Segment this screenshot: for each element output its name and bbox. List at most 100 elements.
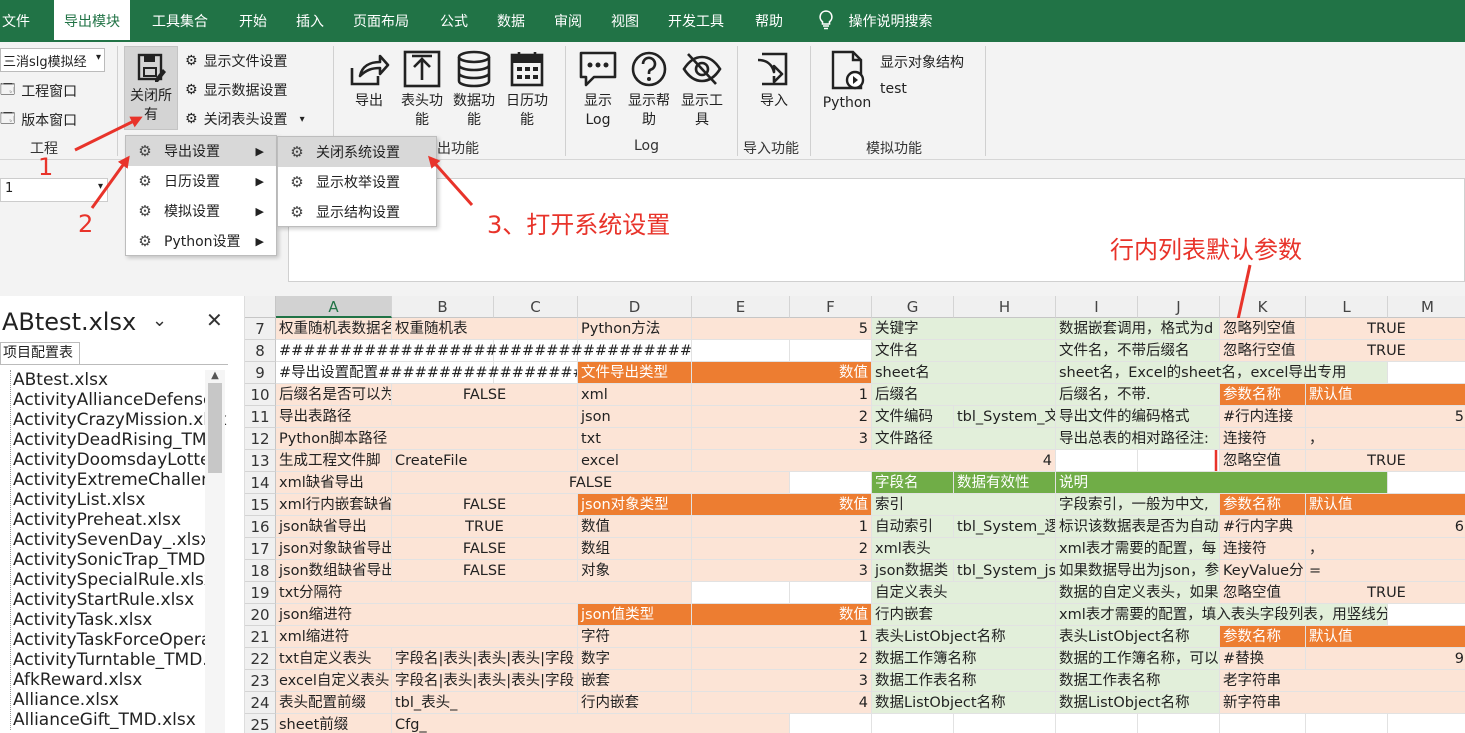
grid-cell[interactable]: xml缺省导出 [276,472,392,494]
select-all-corner[interactable] [245,296,276,318]
grid-cell[interactable]: xml表头 [872,538,1056,560]
tab-file[interactable]: 文件 [2,0,30,42]
grid-cell[interactable]: 文件路径 [872,428,1056,450]
grid-cell[interactable]: TRUE [1306,318,1465,340]
grid-cell[interactable]: 数据的自定义表头，如果 [1056,582,1220,604]
grid-cell[interactable]: Cfg_ [392,714,790,733]
grid-cell[interactable]: 行内嵌套 [872,604,1056,626]
grid-cell[interactable]: 默认值 [1306,494,1465,516]
grid-cell[interactable]: 表头配置前缀 [276,692,392,714]
file-list-item[interactable]: ActivitySpecialRule.xlsx [13,570,227,590]
grid-cell[interactable]: json数组缺省导出 [276,560,392,582]
grid-cell[interactable]: sheet前缀 [276,714,392,733]
grid-cell[interactable]: xml表才需要的配置，每 [1056,538,1220,560]
export-button[interactable]: 导出 [345,50,393,111]
grid-cell[interactable]: 数值 [578,516,692,538]
tab-review[interactable]: 审阅 [554,0,582,42]
column-header[interactable]: C [494,296,578,318]
submenu-item-close-system-settings[interactable]: ⚙ 关闭系统设置 [278,137,436,167]
tab-tools[interactable]: 工具集合 [152,0,208,42]
file-list-item[interactable]: ActivityDeadRising_TMD. [13,430,227,450]
menu-item-python-settings[interactable]: ⚙ Python设置 ▶ [126,226,276,256]
grid-cell[interactable]: 2 [692,406,872,428]
row-header[interactable]: 10 [245,384,276,406]
row-header[interactable]: 14 [245,472,276,494]
show-log-button[interactable]: 显示Log [576,50,620,130]
grid-cell[interactable]: 数据工作表名称 [1056,670,1220,692]
column-header[interactable]: D [578,296,692,318]
version-window-button[interactable]: 🗔 版本窗口 [0,108,77,132]
grid-cell[interactable]: xml [578,384,692,406]
grid-cell[interactable]: 4 [692,450,1056,472]
project-dropdown[interactable]: 三消slg模拟经 ▾ [0,48,105,72]
grid-cell[interactable]: 自动索引 [872,516,954,538]
tab-data[interactable]: 数据 [497,0,525,42]
file-list-item[interactable]: ActivitySonicTrap_TMD.x [13,550,227,570]
grid-cell[interactable]: 默认值 [1306,626,1465,648]
grid-cell[interactable]: #################################### [276,340,692,362]
grid-cell[interactable]: 文件编码 [872,406,954,428]
grid-cell[interactable]: 连接符 [1220,428,1306,450]
grid-cell[interactable] [1056,450,1138,472]
grid-cell[interactable] [790,582,872,604]
grid-cell[interactable]: 数值 [692,494,872,516]
grid-cell[interactable]: 数值 [692,604,872,626]
grid-cell[interactable] [790,472,872,494]
column-header[interactable]: H [954,296,1056,318]
grid-cell[interactable]: 权重随机表 [392,318,578,340]
close-icon[interactable]: ✕ [206,308,223,332]
grid-cell[interactable]: 文件名 [872,340,1056,362]
grid-cell[interactable]: 生成工程文件脚 [276,450,392,472]
grid-cell[interactable]: 3 [692,560,872,582]
tab-page-layout[interactable]: 页面布局 [353,0,409,42]
grid-cell[interactable] [1388,362,1465,384]
grid-cell[interactable] [1056,714,1138,733]
show-data-settings-button[interactable]: ⚙ 显示数据设置 [185,80,288,100]
grid-cell[interactable]: 数据的工作簿名称，可以 [1056,648,1220,670]
grid-cell[interactable]: 数据工作簿名称 [872,648,1056,670]
grid-cell[interactable]: 嵌套 [578,670,692,692]
chevron-down-icon[interactable]: ⌄ [152,310,167,331]
grid-cell[interactable]: 2 [692,648,872,670]
grid-cell[interactable]: 表头ListObject名称 [1056,626,1220,648]
grid-cell[interactable]: 1 [692,626,872,648]
grid-cell[interactable]: 索引 [872,494,1056,516]
row-header[interactable]: 11 [245,406,276,428]
grid-cell[interactable]: json缺省导出 [276,516,392,538]
grid-cell[interactable]: 文件名，不带后缀名 [1056,340,1220,362]
row-header[interactable]: 12 [245,428,276,450]
grid-cell[interactable]: tbl_System_逻 [954,516,1056,538]
scroll-up-icon[interactable]: ▲ [205,370,225,381]
grid-cell[interactable]: 新字符串 [1220,692,1465,714]
row-header[interactable]: 8 [245,340,276,362]
tab-help[interactable]: 帮助 [755,0,783,42]
grid-cell[interactable]: 默认值 [1306,384,1465,406]
tab-home[interactable]: 开始 [239,0,267,42]
grid-cell[interactable]: json值类型 [578,604,692,626]
grid-cell[interactable]: excel自定义表头 [276,670,392,692]
grid-cell[interactable]: xml缩进符 [276,626,578,648]
grid-cell[interactable]: 字符 [578,626,692,648]
grid-cell[interactable]: FALSE [392,538,578,560]
grid-cell[interactable]: 老字符串 [1220,670,1465,692]
grid-cell[interactable] [1138,450,1220,472]
file-list-item[interactable]: ActivityPreheat.xlsx [13,510,227,530]
grid-cell[interactable]: 9 [1306,648,1465,670]
grid-cell[interactable]: FALSE [392,560,578,582]
row-header[interactable]: 9 [245,362,276,384]
grid-cell[interactable]: 导出文件的编码格式 [1056,406,1220,428]
grid-cell[interactable]: 数据ListObject名称 [1056,692,1220,714]
grid-cell[interactable] [954,714,1056,733]
vertical-scrollbar[interactable]: ▲ [205,370,225,733]
row-header[interactable]: 19 [245,582,276,604]
grid-cell[interactable]: TRUE [1306,450,1465,472]
grid-cell[interactable]: KeyValue分 [1220,560,1306,582]
file-list-item[interactable]: AfkReward.xlsx [13,670,227,690]
menu-item-simulation-settings[interactable]: ⚙ 模拟设置 ▶ [126,196,276,226]
file-list-item[interactable]: ActivityCrazyMission.xlsx [13,410,227,430]
grid-cell[interactable]: #导出设置配置#################### [276,362,578,384]
grid-cell[interactable]: 后缀名是否可以为 [276,384,392,406]
file-list-item[interactable]: ActivityDoomsdayLotter [13,450,227,470]
row-header[interactable]: 15 [245,494,276,516]
grid-cell[interactable]: 数组 [578,538,692,560]
